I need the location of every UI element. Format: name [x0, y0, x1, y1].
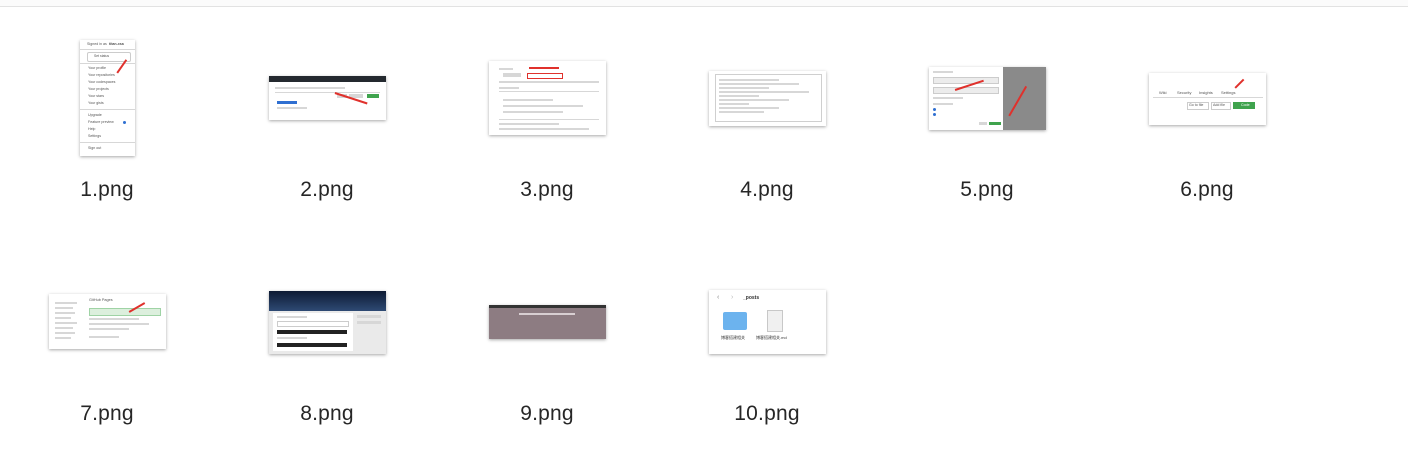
thumb-back-icon: ‹: [717, 294, 720, 301]
thumb-md-label: 博客搭建相关.md: [756, 335, 787, 340]
thumb-menu-codespaces: Your codespaces: [88, 80, 116, 84]
thumbnail-5: [929, 67, 1046, 130]
thumb-menu-profile: Your profile: [88, 66, 107, 70]
thumb-menu-help: Help: [88, 127, 96, 131]
file-item-9[interactable]: 9.png: [447, 264, 647, 464]
thumb-folder-label: 博客搭建相关: [721, 335, 745, 340]
thumbnail-6: Wiki Security Insights Settings Go to fi…: [1149, 73, 1266, 125]
thumb-tab-insights: Insights: [1199, 90, 1213, 95]
file-name-label: 2.png: [300, 178, 354, 201]
thumb-add-file: Add file: [1213, 103, 1225, 107]
file-item-2[interactable]: 2.png: [227, 40, 427, 240]
file-name-label: 3.png: [520, 178, 574, 201]
thumb-folder-path: _posts: [743, 295, 760, 301]
file-name-label: 8.png: [300, 402, 354, 425]
file-item-5[interactable]: 5.png: [887, 40, 1087, 240]
file-item-7[interactable]: GitHub Pages 7.png: [7, 264, 207, 464]
thumb-tab-settings: Settings: [1221, 90, 1236, 95]
thumb-tab-security: Security: [1177, 90, 1192, 95]
thumbnail-10: ‹ › _posts 博客搭建相关 博客搭建相关.md: [709, 290, 826, 354]
thumbnail-2: [269, 76, 386, 120]
file-item-3[interactable]: 3.png: [447, 40, 647, 240]
thumb-menu-gists: Your gists: [88, 101, 104, 105]
file-name-label: 6.png: [1180, 178, 1234, 201]
file-name-label: 5.png: [960, 178, 1014, 201]
file-name-label: 1.png: [80, 178, 134, 201]
thumb-go-to-file: Go to file: [1189, 103, 1204, 107]
window-top-edge: [0, 0, 1408, 7]
file-item-6[interactable]: Wiki Security Insights Settings Go to fi…: [1107, 40, 1307, 240]
thumb-set-status: Set status: [94, 53, 110, 58]
thumb-tab-wiki: Wiki: [1159, 90, 1167, 95]
thumbnail-1: Signed in as titan-xsa Set status Your p…: [80, 40, 135, 156]
thumb-menu-repos: Your repositories: [88, 73, 115, 77]
file-name-label: 10.png: [734, 402, 800, 425]
file-name-label: 7.png: [80, 402, 134, 425]
thumbnail-4: [709, 71, 826, 126]
thumbnail-8: [269, 291, 386, 354]
thumb-signed-in: Signed in as: [87, 42, 107, 46]
thumb-menu-stars: Your stars: [88, 94, 105, 98]
thumb-username: titan-xsa: [109, 42, 124, 46]
thumb-forward-icon: ›: [731, 294, 734, 301]
thumb-folder-icon: [723, 312, 747, 330]
file-item-4[interactable]: 4.png: [667, 40, 867, 240]
thumb-menu-feature-preview: Feature preview: [88, 120, 114, 124]
thumb-menu-projects: Your projects: [88, 87, 109, 91]
thumb-menu-upgrade: Upgrade: [88, 113, 102, 117]
thumb-code-button: Code: [1241, 103, 1250, 107]
file-item-8[interactable]: 8.png: [227, 264, 427, 464]
file-item-10[interactable]: ‹ › _posts 博客搭建相关 博客搭建相关.md 10.png: [667, 264, 867, 464]
thumbnail-9: [489, 305, 606, 339]
file-item-1[interactable]: Signed in as titan-xsa Set status Your p…: [7, 40, 207, 240]
thumbnail-7: GitHub Pages: [49, 294, 166, 349]
file-name-label: 9.png: [520, 402, 574, 425]
thumbnail-3: [489, 61, 606, 135]
file-name-label: 4.png: [740, 178, 794, 201]
thumb-menu-settings: Settings: [88, 134, 101, 138]
thumb-md-file-icon: [767, 310, 783, 332]
thumb-gh-pages-title: GitHub Pages: [89, 298, 113, 302]
thumb-menu-sign-out: Sign out: [88, 146, 102, 150]
